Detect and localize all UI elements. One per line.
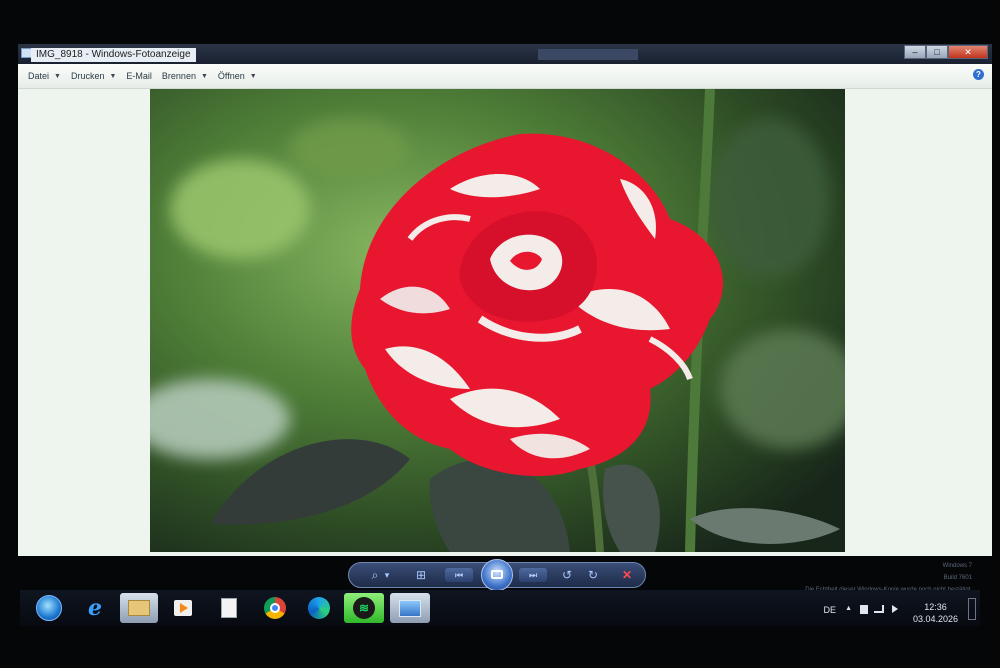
window-buttons: – □ ✕	[904, 45, 988, 59]
chevron-down-icon: ▼	[54, 72, 61, 80]
rotate-left-icon[interactable]: ↺	[557, 567, 577, 583]
title-bar[interactable]: IMG_8918 - Windows-Fotoanzeige – □ ✕	[18, 44, 992, 64]
clock[interactable]: 12:36 03.04.2026	[913, 601, 958, 625]
close-button[interactable]: ✕	[948, 45, 988, 59]
system-tray: DE ▲ 12:36 03.04.2026	[780, 590, 980, 626]
spotify-icon: ≋	[353, 597, 375, 619]
slideshow-button[interactable]	[481, 559, 513, 591]
menu-drucken[interactable]: Drucken ▼	[71, 71, 116, 81]
menu-label: Drucken	[70, 71, 105, 81]
show-hidden-icons-icon[interactable]: ▲	[845, 605, 852, 612]
start-button[interactable]	[32, 593, 66, 623]
menu-label: E-Mail	[126, 71, 152, 81]
watermark-line-1: Windows 7	[942, 563, 972, 569]
taskbar-media-player[interactable]	[166, 593, 200, 623]
photo-viewer-icon	[399, 599, 421, 617]
help-icon[interactable]: ?	[973, 69, 984, 80]
menu-label: Öffnen	[217, 71, 245, 81]
menu-brennen[interactable]: Brennen ▼	[162, 71, 208, 81]
maximize-button[interactable]: □	[926, 45, 948, 59]
next-button[interactable]: ⏭	[519, 568, 547, 582]
network-signal-icon[interactable]	[874, 605, 884, 613]
delete-icon[interactable]: ✕	[617, 567, 637, 583]
document-icon	[221, 598, 237, 618]
zoom-caret-icon[interactable]: ▾	[382, 567, 392, 583]
taskbar-document[interactable]	[212, 593, 246, 623]
edge-icon	[308, 597, 330, 619]
viewer-controls: ⌕ ▾ ⊞ ⏮ ⏭ ↺ ↻ ✕	[348, 559, 646, 591]
chevron-down-icon: ▼	[109, 72, 117, 80]
taskbar-photo-viewer[interactable]	[390, 593, 430, 623]
clock-time: 12:36	[924, 602, 947, 612]
window-title: IMG_8918 - Windows-Fotoanzeige	[31, 48, 196, 62]
taskbar: e ≋ DE ▲ 12:36 03.04.2026	[20, 590, 980, 626]
taskbar-edge[interactable]	[302, 593, 336, 623]
chevron-down-icon: ▼	[200, 72, 208, 80]
device-icon[interactable]	[860, 605, 868, 614]
language-indicator[interactable]: DE	[823, 605, 836, 615]
previous-button[interactable]: ⏮	[445, 568, 473, 582]
rose-photo	[150, 89, 845, 552]
taskbar-file-explorer[interactable]	[120, 593, 158, 623]
menu-items: Datei ▼ Drucken ▼ E-Mail Brennen ▼ Öffne…	[28, 71, 267, 81]
media-player-icon	[174, 600, 192, 616]
menu-oeffnen[interactable]: Öffnen ▼	[218, 71, 257, 81]
watermark-line-2: Build 7601	[943, 575, 972, 581]
taskbar-chrome[interactable]	[258, 593, 292, 623]
rotate-right-icon[interactable]: ↻	[583, 567, 603, 583]
photo-viewer-window: IMG_8918 - Windows-Fotoanzeige – □ ✕ Dat…	[18, 44, 992, 556]
taskbar-spotify[interactable]: ≋	[344, 593, 384, 623]
image-canvas	[18, 89, 992, 556]
title-reflection	[538, 49, 638, 60]
menu-label: Brennen	[161, 71, 196, 81]
menu-datei[interactable]: Datei ▼	[28, 71, 61, 81]
rose-illustration	[150, 89, 845, 552]
folder-icon	[128, 600, 150, 616]
menu-label: Datei	[28, 71, 50, 81]
internet-explorer-icon: e	[88, 595, 102, 621]
menu-bar: Datei ▼ Drucken ▼ E-Mail Brennen ▼ Öffne…	[18, 64, 992, 89]
windows-orb-icon	[36, 595, 62, 621]
menu-email[interactable]: E-Mail	[126, 71, 152, 81]
taskbar-internet-explorer[interactable]: e	[78, 593, 112, 623]
actual-size-icon[interactable]: ⊞	[411, 567, 431, 583]
volume-icon[interactable]	[892, 605, 900, 613]
chevron-down-icon: ▼	[249, 72, 257, 80]
minimize-button[interactable]: –	[904, 45, 926, 59]
clock-date: 03.04.2026	[912, 614, 958, 624]
chrome-icon	[264, 597, 286, 619]
show-desktop-button[interactable]	[968, 598, 976, 620]
